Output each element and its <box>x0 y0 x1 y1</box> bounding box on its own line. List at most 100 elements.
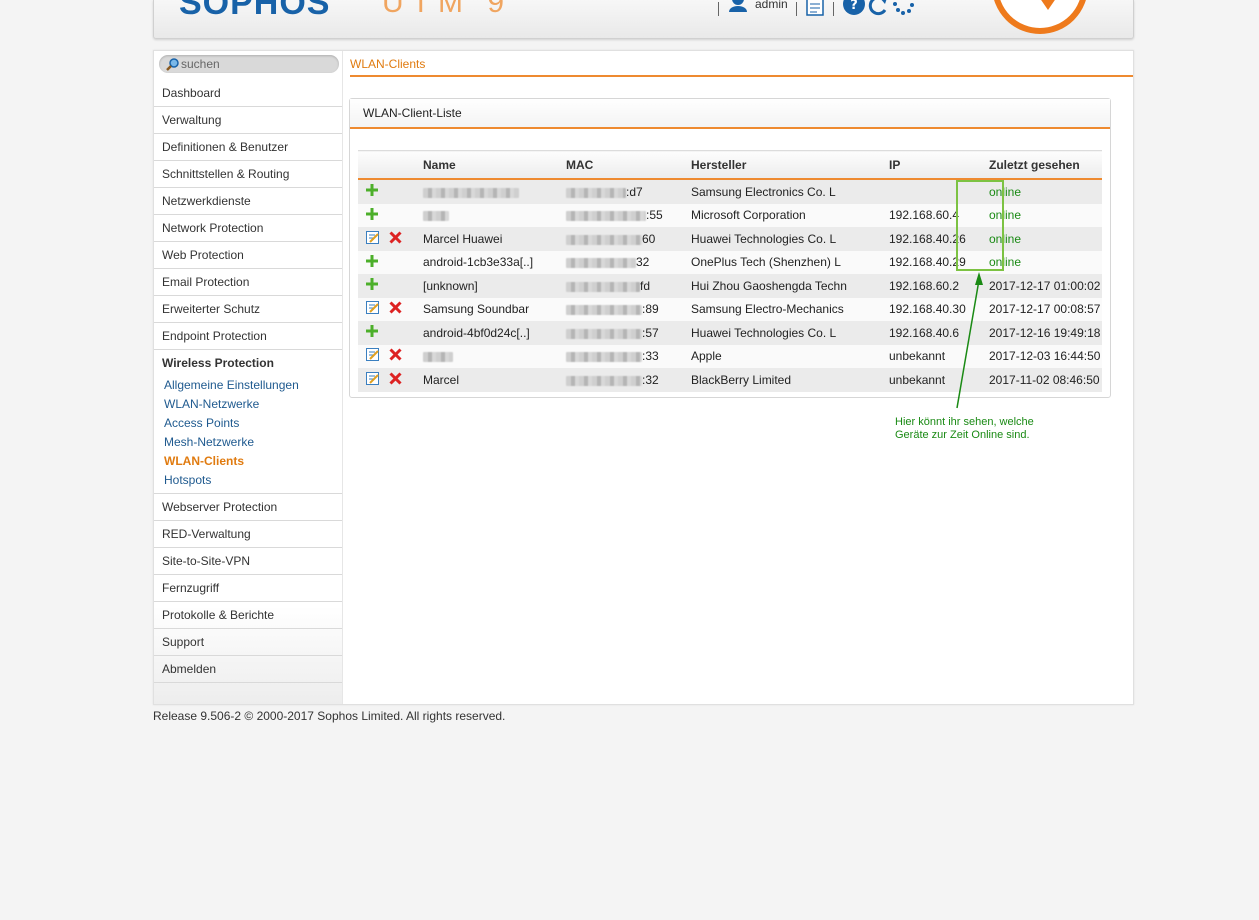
notes-icon[interactable] <box>805 0 825 20</box>
cell-name-text: Marcel Huawei <box>423 231 503 246</box>
subnav-item-hotspots[interactable]: Hotspots <box>164 471 342 490</box>
redacted-mac <box>566 281 640 292</box>
redacted-mac <box>566 328 642 339</box>
sidebar-item-netzwerkdienste[interactable]: Netzwerkdienste <box>154 188 342 215</box>
toolbar-separator <box>718 2 719 16</box>
cell-name: android-4bf0d24c[..] <box>416 321 559 345</box>
sidebar-item-red-verwaltung[interactable]: RED-Verwaltung <box>154 521 342 548</box>
edit-icon[interactable] <box>366 301 380 317</box>
search-box <box>159 55 339 73</box>
row-actions <box>358 368 416 392</box>
subnav-item-mesh-netzwerke[interactable]: Mesh-Netzwerke <box>164 433 342 452</box>
cell-mac-suffix: :55 <box>646 208 663 223</box>
sidebar-item-web-protection[interactable]: Web Protection <box>154 242 342 269</box>
cell-mac: :32 <box>559 368 684 392</box>
subnav-wireless-protection: Allgemeine Einstellungen WLAN-Netzwerke Ac… <box>154 376 342 494</box>
redacted-mac <box>566 352 642 363</box>
table-row[interactable]: :33 Apple unbekannt 2017-12-03 16:44:50 <box>358 344 1102 368</box>
user-name-label[interactable]: admin <box>755 0 788 11</box>
delete-icon[interactable] <box>389 372 402 388</box>
cell-manufacturer: Huawei Technologies Co. L <box>684 321 882 345</box>
sidebar-item-network-protection[interactable]: Network Protection <box>154 215 342 242</box>
delete-icon[interactable] <box>389 231 402 247</box>
toolbar-separator <box>795 2 797 16</box>
subnav-item-wlan-netzwerke[interactable]: WLAN-Netzwerke <box>164 395 342 414</box>
table-row[interactable]: Samsung Soundbar:89 Samsung Electro-Mecha… <box>358 297 1102 321</box>
column-header-mac[interactable]: MAC <box>559 150 684 180</box>
subnav-item-allgemeine-einstellungen[interactable]: Allgemeine Einstellungen <box>164 376 342 395</box>
sidebar-item-dashboard[interactable]: Dashboard <box>154 80 342 107</box>
cell-name-text: [unknown] <box>423 278 478 293</box>
add-icon[interactable] <box>366 325 378 340</box>
delete-icon[interactable] <box>389 348 402 364</box>
sidebar-item-erweiterter-schutz[interactable]: Erweiterter Schutz <box>154 296 342 323</box>
add-icon[interactable] <box>366 184 378 199</box>
edit-icon[interactable] <box>366 371 380 388</box>
panel-title: WLAN-Client-Liste <box>350 99 1110 129</box>
sidebar-item-schnittstellen-routing[interactable]: Schnittstellen & Routing <box>154 161 342 188</box>
cell-name: [unknown] <box>416 274 559 298</box>
subnav-item-access-points[interactable]: Access Points <box>164 414 342 433</box>
redacted-name <box>423 187 519 198</box>
sidebar-item-email-protection[interactable]: Email Protection <box>154 269 342 296</box>
cell-name <box>416 179 559 204</box>
column-header-last-seen[interactable]: Zuletzt gesehen <box>982 150 1102 180</box>
cell-mac-suffix: fd <box>640 278 651 293</box>
cell-ip: unbekannt <box>882 368 982 392</box>
redacted-mac <box>566 211 646 222</box>
sidebar-item-fernzugriff[interactable]: Fernzugriff <box>154 575 342 602</box>
user-icon[interactable] <box>727 0 749 19</box>
add-icon[interactable] <box>366 254 378 270</box>
cell-name: Marcel Huawei <box>416 227 559 251</box>
sidebar-item-protokolle-berichte[interactable]: Protokolle & Berichte <box>154 602 342 629</box>
delete-icon[interactable] <box>389 301 402 317</box>
column-header-ip[interactable]: IP <box>882 150 982 180</box>
column-header-name[interactable]: Name <box>416 150 559 180</box>
row-actions <box>358 344 416 368</box>
activity-spinner-icon <box>890 0 916 21</box>
cell-mac: 60 <box>559 227 684 251</box>
add-icon[interactable] <box>366 207 378 223</box>
reload-icon[interactable] <box>866 0 890 21</box>
help-icon[interactable]: ? <box>842 0 866 21</box>
cell-name: android-1cb3e33a[..] <box>416 250 559 274</box>
sidebar-item-support[interactable]: Support <box>154 629 342 656</box>
search-input[interactable] <box>181 56 331 72</box>
table-row[interactable]: Marcel:32 BlackBerry Limited unbekannt 2017… <box>358 368 1102 392</box>
column-header-manufacturer[interactable]: Hersteller <box>684 150 882 180</box>
svg-text:?: ? <box>850 0 858 13</box>
sidebar-item-verwaltung[interactable]: Verwaltung <box>154 107 342 134</box>
sidebar-item-wireless-protection[interactable]: Wireless Protection <box>154 350 342 376</box>
add-icon[interactable] <box>366 278 378 293</box>
main-navigation: Dashboard Verwaltung Definitionen & Benutz… <box>154 80 342 683</box>
cell-mac: :89 <box>559 297 684 321</box>
cell-name-text: Samsung Soundbar <box>423 302 530 317</box>
cell-mac-suffix: 60 <box>642 231 656 246</box>
cell-mac-suffix: :57 <box>642 325 659 340</box>
brand-emblem-icon <box>992 0 1088 34</box>
cell-ip: 192.168.40.30 <box>882 297 982 321</box>
header-toolbar: admin ? <box>710 0 916 18</box>
edit-icon[interactable] <box>366 348 380 364</box>
row-actions <box>358 179 416 204</box>
cell-last-seen: 2017-12-17 01:00:02 <box>982 274 1102 298</box>
sidebar-item-site-to-site-vpn[interactable]: Site-to-Site-VPN <box>154 548 342 575</box>
cell-manufacturer: Samsung Electronics Co. L <box>684 179 882 204</box>
sidebar-item-endpoint-protection[interactable]: Endpoint Protection <box>154 323 342 350</box>
cell-mac-suffix: :89 <box>642 302 659 317</box>
edit-icon[interactable] <box>366 230 380 247</box>
table-row[interactable]: android-4bf0d24c[..] :57 Huawei Technologi… <box>358 321 1102 345</box>
redacted-mac <box>566 375 642 386</box>
cell-ip: 192.168.60.2 <box>882 274 982 298</box>
cell-mac: :55 <box>559 203 684 227</box>
subnav-item-wlan-clients[interactable]: WLAN-Clients <box>164 452 342 471</box>
sidebar-item-abmelden[interactable]: Abmelden <box>154 656 342 683</box>
sidebar-item-definitionen-benutzer[interactable]: Definitionen & Benutzer <box>154 134 342 161</box>
table-row[interactable]: [unknown] fd Hui Zhou Gaoshengda Techn 192.… <box>358 274 1102 298</box>
annotation-text: Hier könnt ihr sehen, welche Geräte zur … <box>895 416 1034 442</box>
cell-mac-suffix: :32 <box>642 372 659 387</box>
sidebar-item-webserver-protection[interactable]: Webserver Protection <box>154 494 342 521</box>
cell-manufacturer: Huawei Technologies Co. L <box>684 227 882 251</box>
table-header-row: Name MAC Hersteller IP Zuletzt gesehen <box>358 150 1102 180</box>
cell-last-seen: 2017-12-03 16:44:50 <box>982 344 1102 368</box>
